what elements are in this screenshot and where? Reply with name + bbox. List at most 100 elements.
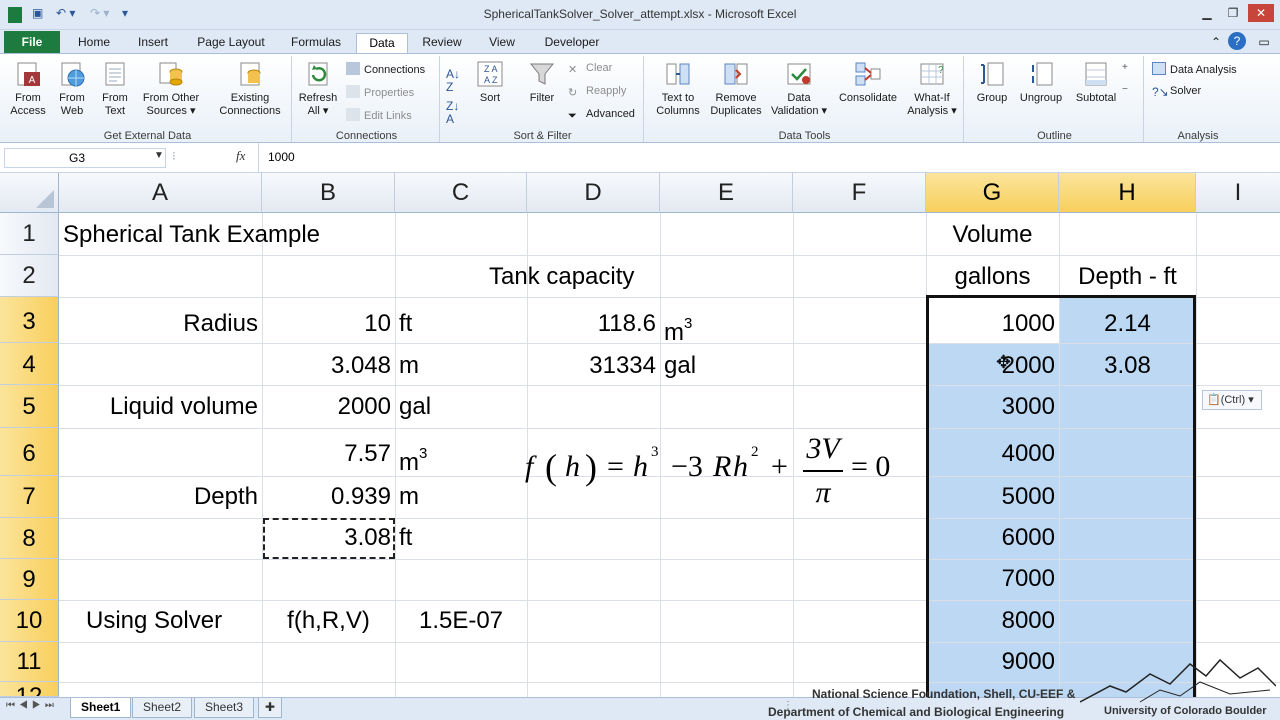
what-if-analysis-button[interactable]: ? What-If Analysis ▾: [902, 60, 962, 118]
cell-d2[interactable]: Tank capacity: [489, 263, 634, 291]
group-button[interactable]: Group: [970, 60, 1014, 105]
column-header-b[interactable]: B: [262, 173, 395, 213]
sort-button[interactable]: Z AA Z Sort: [472, 60, 508, 105]
remove-duplicates-button[interactable]: Remove Duplicates: [706, 60, 766, 118]
sort-az-button[interactable]: A↓ Z: [446, 68, 460, 94]
equation-object[interactable]: f ( h ) = h 3 −3 R h 2 + 3V π = 0: [525, 432, 905, 518]
name-box-dropdown-icon[interactable]: ▼: [154, 150, 164, 161]
tab-formulas[interactable]: Formulas: [282, 33, 350, 53]
tab-data[interactable]: Data: [356, 33, 408, 53]
cell-e3[interactable]: m3: [664, 310, 692, 347]
row-header-4[interactable]: 4: [0, 343, 59, 385]
tab-page-layout[interactable]: Page Layout: [188, 33, 274, 53]
show-detail-icon[interactable]: +: [1122, 62, 1128, 73]
filter-button[interactable]: Filter: [522, 60, 562, 105]
cell-g2[interactable]: gallons: [926, 263, 1059, 291]
cell-a10[interactable]: Using Solver: [86, 607, 222, 635]
row-header-8[interactable]: 8: [0, 518, 59, 559]
data-validation-button[interactable]: Data Validation ▾: [768, 60, 830, 118]
cell-h3[interactable]: 2.14: [1059, 310, 1196, 338]
row-header-9[interactable]: 9: [0, 559, 59, 600]
sheet-tab-sheet1[interactable]: Sheet1: [70, 698, 132, 718]
cell-a5[interactable]: Liquid volume: [59, 393, 258, 421]
advanced-button[interactable]: ⏷ Advanced: [568, 108, 635, 123]
cell-h2[interactable]: Depth - ft: [1059, 263, 1196, 291]
row-header-1[interactable]: 1: [0, 213, 59, 255]
consolidate-button[interactable]: Consolidate: [832, 60, 904, 105]
solver-button[interactable]: ?↘Solver: [1152, 85, 1201, 99]
subtotal-button[interactable]: Subtotal: [1068, 60, 1124, 105]
insert-function-icon[interactable]: fx: [236, 148, 245, 164]
from-text-button[interactable]: From Text: [94, 60, 136, 118]
clear-button[interactable]: ✕ Clear: [568, 62, 612, 76]
from-other-sources-button[interactable]: From Other Sources ▾: [138, 60, 204, 118]
tab-insert[interactable]: Insert: [128, 33, 178, 53]
data-analysis-button[interactable]: Data Analysis: [1152, 62, 1237, 76]
column-header-d[interactable]: D: [527, 173, 660, 213]
existing-connections-button[interactable]: Existing Connections: [210, 60, 290, 118]
cell-e4[interactable]: gal: [664, 352, 696, 380]
row-header-2[interactable]: 2: [0, 255, 59, 297]
row-header-7[interactable]: 7: [0, 476, 59, 518]
minimize-button[interactable]: ▁: [1196, 4, 1218, 22]
edit-links-button[interactable]: Edit Links: [346, 108, 412, 122]
cell-g1[interactable]: Volume: [926, 221, 1059, 249]
row-header-11[interactable]: 11: [0, 642, 59, 682]
row-header-10[interactable]: 10: [0, 600, 59, 642]
from-web-button[interactable]: From Web: [52, 60, 92, 118]
row-header-5[interactable]: 5: [0, 385, 59, 428]
text-to-columns-button[interactable]: Text to Columns: [652, 60, 704, 118]
cell-c4[interactable]: m: [399, 352, 419, 380]
cell-g7[interactable]: 5000: [926, 483, 1055, 511]
cell-c7[interactable]: m: [399, 483, 419, 511]
cell-g8[interactable]: 6000: [926, 524, 1055, 552]
column-header-i[interactable]: I: [1196, 173, 1280, 213]
cell-g3[interactable]: 1000: [926, 310, 1055, 338]
column-header-a[interactable]: A: [59, 173, 262, 213]
cell-c8[interactable]: ft: [399, 524, 412, 552]
tab-home[interactable]: Home: [68, 33, 120, 53]
cell-g11[interactable]: 9000: [926, 648, 1055, 676]
hide-detail-icon[interactable]: −: [1122, 84, 1128, 95]
sheet-tab-sheet3[interactable]: Sheet3: [194, 698, 255, 718]
help-icon[interactable]: ?: [1228, 32, 1246, 50]
cell-d4[interactable]: 31334: [527, 352, 656, 380]
cell-g4[interactable]: 2000: [926, 352, 1055, 380]
from-access-button[interactable]: A From Access: [4, 60, 52, 118]
cell-h4[interactable]: 3.08: [1059, 352, 1196, 380]
insert-sheet-icon[interactable]: ✚: [258, 698, 283, 718]
cell-c6[interactable]: m3: [399, 440, 427, 477]
select-all-button[interactable]: [0, 173, 59, 213]
cell-c10[interactable]: 1.5E-07: [395, 607, 527, 635]
sheet-tab-sheet2[interactable]: Sheet2: [132, 698, 193, 718]
paste-options-button[interactable]: 📋(Ctrl) ▾: [1202, 390, 1262, 410]
cell-b3[interactable]: 10: [262, 310, 391, 338]
cell-c3[interactable]: ft: [399, 310, 412, 338]
tab-developer[interactable]: Developer: [534, 33, 610, 53]
row-header-3[interactable]: 3: [0, 297, 59, 343]
restore-button[interactable]: ❐: [1222, 4, 1244, 22]
cell-b8[interactable]: 3.08: [262, 524, 391, 552]
sort-za-button[interactable]: Z↓ A: [446, 100, 459, 126]
formula-bar-resize-icon[interactable]: ⁝: [172, 149, 176, 163]
cell-a7[interactable]: Depth: [59, 483, 258, 511]
cell-a3[interactable]: Radius: [59, 310, 258, 338]
connections-button[interactable]: Connections: [346, 62, 425, 76]
column-header-e[interactable]: E: [660, 173, 793, 213]
row-header-6[interactable]: 6: [0, 428, 59, 476]
cell-b4[interactable]: 3.048: [262, 352, 391, 380]
cell-b10[interactable]: f(h,R,V): [262, 607, 395, 635]
minimize-ribbon-icon[interactable]: ⌃: [1208, 33, 1224, 53]
reapply-button[interactable]: ↻ Reapply: [568, 85, 626, 99]
cell-g6[interactable]: 4000: [926, 440, 1055, 468]
cell-b6[interactable]: 7.57: [262, 440, 391, 468]
tab-view[interactable]: View: [478, 33, 526, 53]
column-header-g[interactable]: G: [926, 173, 1059, 213]
cell-a1[interactable]: Spherical Tank Example: [63, 221, 320, 249]
cell-g9[interactable]: 7000: [926, 565, 1055, 593]
cell-g5[interactable]: 3000: [926, 393, 1055, 421]
cell-g10[interactable]: 8000: [926, 607, 1055, 635]
column-header-f[interactable]: F: [793, 173, 926, 213]
row-header-12[interactable]: 12: [0, 682, 59, 697]
workbook-window-controls[interactable]: ▭ ✕: [1252, 33, 1276, 67]
